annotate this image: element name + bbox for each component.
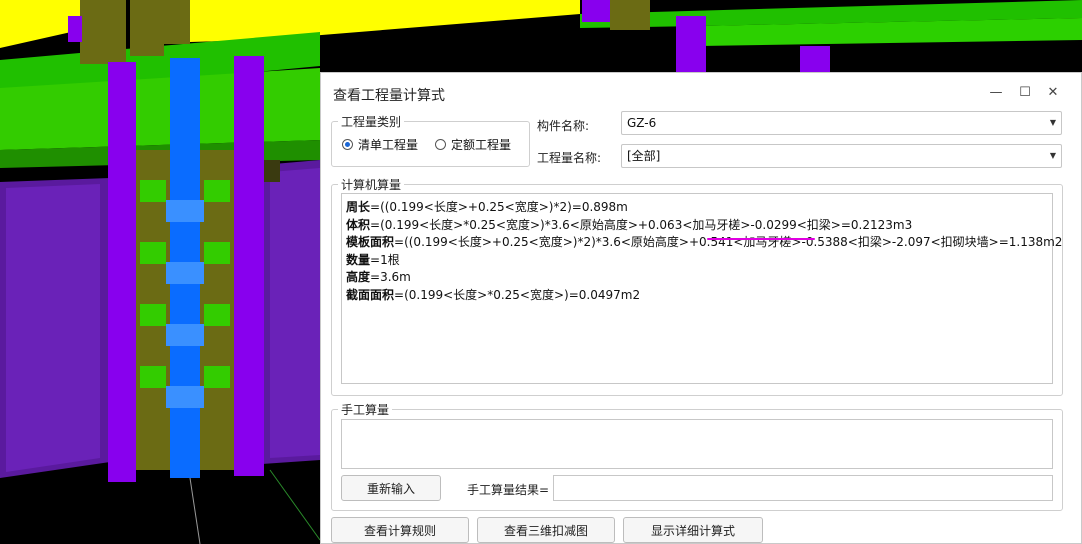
- radio-quota-quantity-label: 定额工程量: [451, 138, 512, 152]
- component-name-value: GZ-6: [627, 116, 657, 130]
- quantity-name-select[interactable]: [全部] ▼: [621, 144, 1062, 168]
- view-calc-rules-button[interactable]: 查看计算规则: [331, 517, 469, 543]
- radio-unselected-indicator: [435, 139, 446, 150]
- highlight-underline: [707, 238, 815, 240]
- quantity-name-value: [全部]: [627, 149, 661, 163]
- formula-line-height: 高度=3.6m: [346, 269, 1052, 287]
- formula-name: 模板面积: [346, 235, 395, 249]
- formula-expr: =(0.199<长度>*0.25<宽度>)=0.0497m2: [394, 287, 641, 302]
- maximize-button[interactable]: ☐: [1014, 81, 1036, 103]
- calc-formula-dialog: 查看工程量计算式 — ☐ ✕ 工程量类别 清单工程量 定额工程量 构件名称: G…: [320, 72, 1082, 544]
- formula-expr: =3.6m: [370, 270, 411, 284]
- formula-expr: =((0.199<长度>+0.25<宽度>)*2)=0.898m: [370, 200, 628, 214]
- chevron-down-icon: ▼: [1049, 118, 1056, 127]
- formula-line-count: 数量=1根: [346, 252, 1052, 270]
- chevron-down-icon: ▼: [1049, 151, 1056, 160]
- formula-name: 数量: [346, 252, 371, 267]
- formula-name: 高度: [346, 270, 371, 284]
- manual-calc-input[interactable]: [341, 419, 1053, 469]
- radio-bill-quantity[interactable]: 清单工程量: [342, 136, 418, 153]
- formula-line-perimeter: 周长=((0.199<长度>+0.25<宽度>)*2)=0.898m: [346, 199, 1052, 217]
- formula-line-section-area: 截面面积=(0.199<长度>*0.25<宽度>)=0.0497m2: [346, 287, 1052, 305]
- dialog-title: 查看工程量计算式: [333, 88, 445, 104]
- formula-name: 体积: [346, 217, 371, 232]
- reinput-button[interactable]: 重新输入: [341, 475, 441, 501]
- component-name-select[interactable]: GZ-6 ▼: [621, 111, 1062, 135]
- quantity-name-label: 工程量名称:: [537, 151, 602, 165]
- formula-expr: =(0.199<长度>*0.25<宽度>)*3.6<原始高度>+0.063<加马…: [370, 217, 913, 232]
- manual-calc-legend: 手工算量: [341, 403, 390, 417]
- quantity-type-legend: 工程量类别: [341, 115, 402, 129]
- manual-result-label: 手工算量结果=: [467, 483, 550, 497]
- formula-textarea[interactable]: 周长=((0.199<长度>+0.25<宽度>)*2)=0.898m 体积=(0…: [341, 193, 1062, 384]
- manual-result-field[interactable]: [553, 475, 1053, 501]
- component-name-label: 构件名称:: [537, 119, 590, 133]
- show-detail-formula-button[interactable]: 显示详细计算式: [623, 517, 763, 543]
- formula-name: 截面面积: [346, 287, 395, 302]
- formula-expr: =1根: [370, 252, 400, 267]
- view-3d-deduction-button[interactable]: 查看三维扣减图: [477, 517, 615, 543]
- close-button[interactable]: ✕: [1042, 81, 1064, 103]
- computer-calc-legend: 计算机算量: [341, 178, 402, 192]
- radio-quota-quantity[interactable]: 定额工程量: [435, 136, 511, 153]
- minimize-button[interactable]: —: [985, 81, 1007, 103]
- formula-name: 周长: [346, 200, 371, 214]
- formula-line-formwork-area: 模板面积=((0.199<长度>+0.25<宽度>)*2)*3.6<原始高度>+…: [346, 234, 1062, 252]
- radio-selected-indicator: [342, 139, 353, 150]
- radio-bill-quantity-label: 清单工程量: [358, 138, 419, 152]
- formula-line-volume: 体积=(0.199<长度>*0.25<宽度>)*3.6<原始高度>+0.063<…: [346, 217, 1052, 235]
